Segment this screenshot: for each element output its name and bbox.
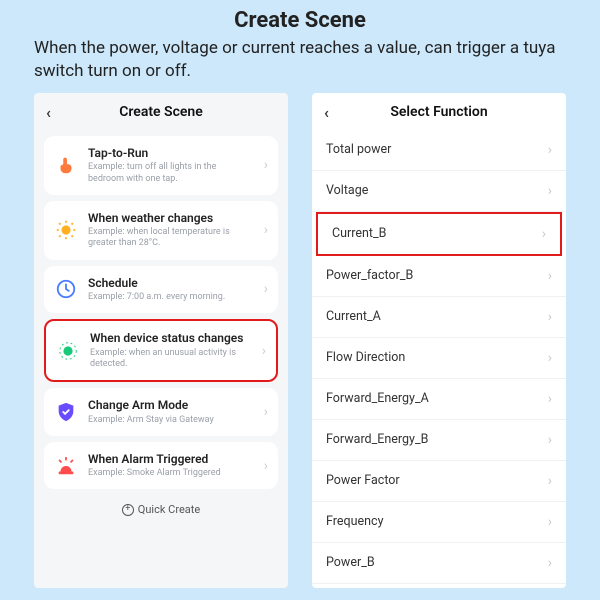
scene-option-text: Schedule Example: 7:00 a.m. every morning…	[88, 276, 254, 304]
chevron-right-icon: ›	[548, 309, 552, 325]
chevron-right-icon: ›	[548, 391, 552, 407]
function-label: Total power	[326, 142, 391, 157]
alarm-icon	[54, 454, 78, 478]
device-icon	[56, 339, 80, 363]
chevron-right-icon: ›	[548, 514, 552, 530]
chevron-right-icon: ›	[548, 473, 552, 489]
function-row[interactable]: Total power ›	[312, 130, 566, 171]
scene-option-example: Example: turn off all lights in the bedr…	[88, 162, 254, 185]
chevron-right-icon: ›	[548, 183, 552, 199]
chevron-right-icon: ›	[548, 350, 552, 366]
chevron-right-icon: ›	[264, 404, 268, 420]
scene-option-label: When weather changes	[88, 211, 254, 225]
page-title: Create Scene	[0, 0, 600, 37]
chevron-right-icon: ›	[548, 142, 552, 158]
function-label: Current_A	[326, 309, 381, 324]
function-label: Forward_Energy_A	[326, 391, 429, 406]
phone-header-left: ‹ Create Scene	[34, 93, 288, 130]
chevron-right-icon: ›	[542, 226, 546, 242]
scene-option-label: Schedule	[88, 276, 254, 290]
phone-select-function: ‹ Select Function Total power›Voltage›Cu…	[312, 93, 566, 588]
arm-icon	[54, 400, 78, 424]
phone-create-scene: ‹ Create Scene Tap-to-Run Example: turn o…	[34, 93, 288, 588]
chevron-right-icon: ›	[264, 458, 268, 474]
scene-option-label: When device status changes	[90, 331, 252, 345]
function-label: Frequency	[326, 514, 383, 529]
phone-title-right: Select Function	[342, 104, 536, 120]
scene-option-schedule[interactable]: Schedule Example: 7:00 a.m. every morning…	[44, 266, 278, 314]
function-row[interactable]: Power_B ›	[312, 543, 566, 584]
scene-option-arm[interactable]: Change Arm Mode Example: Arm Stay via Gat…	[44, 388, 278, 436]
function-label: Flow Direction	[326, 350, 405, 365]
scene-option-label: Tap-to-Run	[88, 146, 254, 160]
phone-title-left: Create Scene	[64, 104, 258, 120]
chevron-right-icon: ›	[548, 555, 552, 571]
function-row[interactable]: Frequency ›	[312, 502, 566, 543]
chevron-right-icon: ›	[264, 281, 268, 297]
scene-option-example: Example: when local temperature is great…	[88, 227, 254, 250]
scene-option-example: Example: 7:00 a.m. every morning.	[88, 292, 254, 303]
scene-option-example: Example: Smoke Alarm Triggered	[88, 468, 254, 479]
scene-option-alarm[interactable]: When Alarm Triggered Example: Smoke Alarm…	[44, 442, 278, 490]
scene-option-device[interactable]: When device status changes Example: when …	[44, 319, 278, 382]
chevron-right-icon: ›	[548, 432, 552, 448]
function-label: Current_B	[332, 226, 386, 241]
scene-option-text: Tap-to-Run Example: turn off all lights i…	[88, 146, 254, 185]
function-row[interactable]: Power Factor ›	[312, 461, 566, 502]
phone-header-right: ‹ Select Function	[312, 93, 566, 130]
function-label: Power_B	[326, 555, 375, 570]
function-row[interactable]: Current_A ›	[312, 297, 566, 338]
function-row[interactable]: Flow Direction ›	[312, 338, 566, 379]
function-label: Voltage	[326, 183, 368, 198]
chevron-right-icon: ›	[264, 222, 268, 238]
function-row[interactable]: Forward_Energy_A ›	[312, 379, 566, 420]
quick-create-label: Quick Create	[138, 503, 200, 516]
page-description: When the power, voltage or current reach…	[0, 37, 600, 93]
function-row[interactable]: Forward_Energy_B ›	[312, 420, 566, 461]
chevron-right-icon: ›	[548, 268, 552, 284]
scene-option-example: Example: Arm Stay via Gateway	[88, 415, 254, 426]
quick-create-button[interactable]: + Quick Create	[34, 495, 288, 520]
weather-icon	[54, 218, 78, 242]
scene-option-tap[interactable]: Tap-to-Run Example: turn off all lights i…	[44, 136, 278, 195]
scene-option-label: When Alarm Triggered	[88, 452, 254, 466]
scene-option-text: When device status changes Example: when …	[90, 331, 252, 370]
scene-option-text: Change Arm Mode Example: Arm Stay via Gat…	[88, 398, 254, 426]
function-row[interactable]: Voltage ›	[312, 171, 566, 212]
scene-option-text: When weather changes Example: when local …	[88, 211, 254, 250]
chevron-right-icon: ›	[262, 343, 266, 359]
function-label: Forward_Energy_B	[326, 432, 428, 447]
function-row[interactable]: Current_B ›	[316, 212, 562, 256]
plus-icon: +	[122, 504, 134, 516]
function-label: Power_factor_B	[326, 268, 413, 283]
back-icon[interactable]: ‹	[324, 103, 342, 122]
chevron-right-icon: ›	[264, 157, 268, 173]
scene-option-weather[interactable]: When weather changes Example: when local …	[44, 201, 278, 260]
scene-option-example: Example: when an unusual activity is det…	[90, 348, 252, 371]
back-icon[interactable]: ‹	[46, 103, 64, 122]
schedule-icon	[54, 277, 78, 301]
tap-icon	[54, 153, 78, 177]
scene-option-text: When Alarm Triggered Example: Smoke Alarm…	[88, 452, 254, 480]
phones-row: ‹ Create Scene Tap-to-Run Example: turn o…	[0, 93, 600, 588]
scene-option-label: Change Arm Mode	[88, 398, 254, 412]
function-label: Power Factor	[326, 473, 400, 488]
function-row[interactable]: Power_factor_B ›	[312, 256, 566, 297]
